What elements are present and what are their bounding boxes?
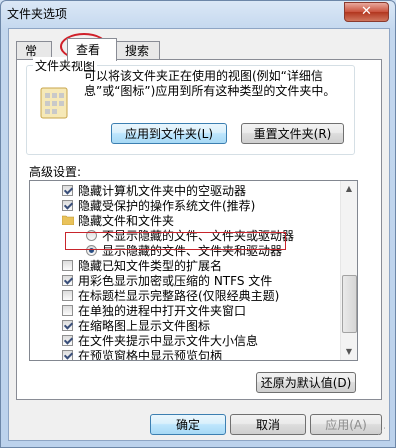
scroll-down-icon[interactable]: ▼ [341, 344, 357, 360]
vertical-scrollbar[interactable]: ▲ ▼ [340, 181, 357, 360]
setting-label: 隐藏计算机文件夹中的空驱动器 [78, 184, 247, 198]
radio-button[interactable] [86, 230, 97, 241]
resize-grip-icon: ⋰ [377, 427, 386, 437]
checkbox[interactable] [62, 185, 73, 196]
scrollbar-thumb[interactable] [342, 275, 357, 333]
setting-label: 在缩略图上显示文件图标 [78, 319, 211, 333]
setting-label: 在预览窗格中显示预览句柄 [78, 349, 223, 361]
dialog-client: 常规 查看 搜索 文件夹视图 可以将该文件夹正在使用的视图(例如“详细信息 [8, 28, 390, 441]
setting-label: 隐藏受保护的操作系统文件(推荐) [78, 199, 256, 213]
cancel-button[interactable]: 取消 [230, 414, 306, 435]
advanced-settings-tree[interactable]: 隐藏计算机文件夹中的空驱动器 隐藏受保护的操作系统文件(推荐) 隐藏文件和文件夹… [29, 180, 358, 361]
setting-label: 用彩色显示加密或压缩的 NTFS 文件 [78, 274, 273, 288]
folder-views-description: 可以将该文件夹正在使用的视图(例如“详细信息”或“图标”)应用到所有这种类型的文… [84, 69, 336, 98]
restore-defaults-button[interactable]: 还原为默认值(D) [256, 372, 356, 393]
setting-group-label: 隐藏文件和文件夹 [78, 214, 175, 228]
setting-label: 隐藏已知文件类型的扩展名 [78, 259, 223, 273]
scroll-up-icon[interactable]: ▲ [341, 181, 357, 197]
tab-view[interactable]: 查看 [67, 38, 117, 61]
checkbox[interactable] [62, 350, 73, 360]
radio-button[interactable] [86, 245, 97, 256]
view-tab-panel: 文件夹视图 可以将该文件夹正在使用的视图(例如“详细信息”或“图标”)应用到所有… [16, 57, 382, 400]
setting-label: 不显示隐藏的文件、文件夹或驱动器 [102, 229, 295, 243]
ok-button[interactable]: 确定 [150, 414, 226, 435]
folder-views-group: 文件夹视图 可以将该文件夹正在使用的视图(例如“详细信息”或“图标”)应用到所有… [26, 57, 355, 155]
apply-button[interactable]: 应用(A) [310, 414, 382, 435]
setting-label: 在单独的进程中打开文件夹窗口 [78, 304, 247, 318]
advanced-settings-label: 高级设置: [29, 165, 82, 179]
checkbox[interactable] [62, 305, 73, 316]
checkbox[interactable] [62, 320, 73, 331]
folder-view-icon [40, 87, 68, 119]
tab-search[interactable]: 搜索 [116, 41, 160, 60]
apply-to-folders-button[interactable]: 应用到文件夹(L) [111, 123, 227, 144]
checkbox[interactable] [62, 260, 73, 271]
setting-label: 在文件夹提示中显示文件大小信息 [78, 334, 259, 348]
reset-folders-button[interactable]: 重置文件夹(R) [241, 123, 344, 144]
folder-icon [62, 215, 74, 225]
checkbox[interactable] [62, 290, 73, 301]
checkbox[interactable] [62, 200, 73, 211]
checkbox[interactable] [62, 275, 73, 286]
checkbox[interactable] [62, 335, 73, 346]
setting-label: 显示隐藏的文件、文件夹和驱动器 [102, 244, 283, 258]
setting-label: 在标题栏显示完整路径(仅限经典主题) [78, 289, 280, 303]
close-button[interactable]: ✕ [344, 2, 389, 22]
window-title: 文件夹选项 [7, 7, 68, 21]
folder-options-window: 文件夹选项 ✕ 常规 查看 搜索 文件夹视图 [0, 0, 396, 448]
